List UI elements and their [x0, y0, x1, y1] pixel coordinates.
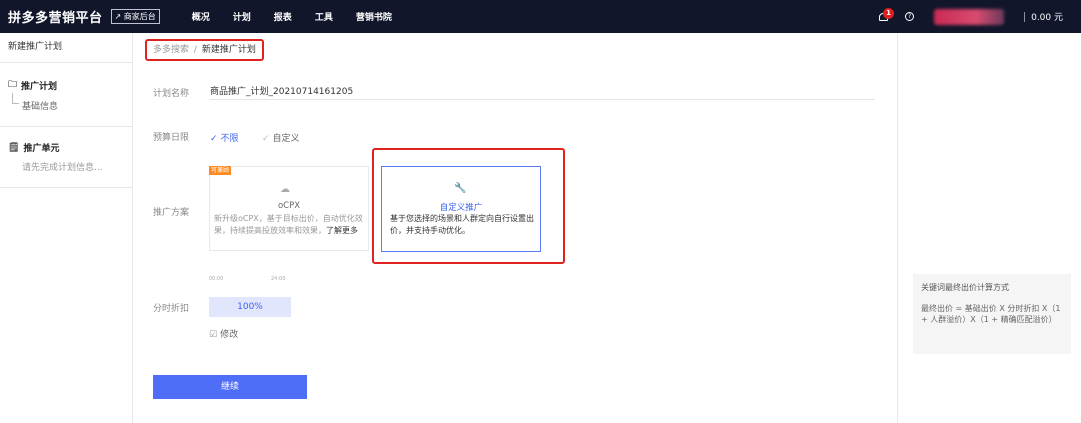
sidebar-group-unit: 🗒 推广单元 请先完成计划信息...: [0, 127, 132, 188]
scheme-label: 推广方案: [153, 208, 190, 218]
check-icon: ✓: [210, 134, 218, 144]
budget-option-unlimited[interactable]: ✓ 不限: [210, 131, 239, 144]
tool-icon: 🔧: [454, 183, 467, 194]
time-discount-value[interactable]: 100%: [209, 297, 291, 317]
nav-report[interactable]: 报表: [274, 10, 292, 23]
sidebar-group-plan: 🗀 推广计划 基础信息: [0, 63, 132, 127]
edit-icon: ☑: [209, 330, 218, 340]
divider: [1024, 11, 1026, 22]
budget-label: 预算日限: [153, 133, 190, 143]
nav-plan[interactable]: 计划: [233, 10, 251, 23]
document-icon: 🗒: [8, 142, 20, 153]
time-axis: 00:00 24:00: [209, 276, 289, 282]
formula-text: 最终出价 = 基础出价 X 分时折扣 X（1 + 人群溢价）X（1 + 精确匹配…: [921, 304, 1061, 324]
plan-name-label: 计划名称: [153, 89, 190, 99]
sidebar-title: 新建推广计划: [0, 33, 132, 63]
platform-logo[interactable]: 拼多多营销平台: [8, 7, 103, 26]
sidebar-item-plan[interactable]: 推广计划: [21, 79, 57, 92]
nav-tools[interactable]: 工具: [315, 10, 333, 23]
top-navigation-bar: 拼多多营销平台 ↗ 商家后台 概况 计划 报表 工具 营销书院 1 ? 0.00…: [0, 0, 1081, 33]
sidebar-item-unit[interactable]: 推广单元: [23, 141, 59, 154]
help-icon[interactable]: ?: [905, 12, 915, 21]
discount-label: 分时折扣: [153, 304, 190, 314]
formula-title: 关键词最终出价计算方式: [921, 283, 1009, 292]
notification-bell-icon[interactable]: 1: [877, 7, 895, 24]
main-content: 多多搜索 / 新建推广计划 计划名称 商品推广_计划_2021071416120…: [133, 33, 897, 423]
main-nav: 概况 计划 报表 工具 营销书院: [192, 10, 415, 23]
account-balance[interactable]: 0.00 元: [1031, 10, 1063, 23]
notification-badge: 1: [883, 7, 895, 19]
plan-name-input[interactable]: 商品推广_计划_20210714161205: [210, 84, 875, 100]
check-icon: ✓: [262, 134, 270, 144]
cloud-icon: ☁: [280, 184, 290, 195]
bid-formula-box: 关键词最终出价计算方式 最终出价 = 基础出价 X 分时折扣 X（1 + 人群溢…: [913, 274, 1071, 354]
left-sidebar: 新建推广计划 🗀 推广计划 基础信息 🗒 推广单元 请先完成计划信息...: [0, 33, 133, 423]
user-account-avatar[interactable]: [934, 8, 1005, 25]
breadcrumb-parent[interactable]: 多多搜索: [153, 45, 189, 55]
top-right-area: 1 ? 0.00 元: [877, 0, 1081, 33]
nav-academy[interactable]: 营销书院: [356, 10, 392, 23]
modify-button[interactable]: ☑ 修改: [209, 327, 238, 340]
merchant-backend-link[interactable]: ↗ 商家后台: [110, 9, 160, 24]
breadcrumb-current: 新建推广计划: [201, 45, 256, 55]
custom-scheme-card[interactable]: 🔧 自定义推广 基于您选择的场景和人群定向自行设置出价，并支持手动优化。: [381, 166, 541, 252]
time-end: 24:00: [271, 276, 286, 282]
scheme-tag: 可兼顾: [209, 166, 232, 175]
right-info-panel: 关键词最终出价计算方式 最终出价 = 基础出价 X 分时折扣 X（1 + 人群溢…: [897, 33, 1081, 423]
ocpx-title: oCPX: [277, 201, 301, 211]
sidebar-item-basic-info[interactable]: 基础信息: [12, 93, 132, 112]
custom-description: 基于您选择的场景和人群定向自行设置出价，并支持手动优化。: [390, 214, 534, 235]
folder-icon: 🗀: [8, 80, 18, 90]
nav-overview[interactable]: 概况: [192, 10, 210, 23]
continue-button[interactable]: 继续: [153, 375, 307, 399]
ocpx-scheme-card[interactable]: 可兼顾 ☁ oCPX 新升级oCPX，基于目标出价，自动优化效果，持续提高投放效…: [209, 166, 369, 251]
sidebar-unit-hint: 请先完成计划信息...: [22, 163, 103, 173]
custom-title: 自定义推广: [439, 203, 483, 213]
breadcrumb: 多多搜索 / 新建推广计划: [145, 39, 264, 61]
learn-more-link[interactable]: 了解更多: [326, 226, 358, 235]
budget-option-custom[interactable]: ✓ 自定义: [262, 131, 300, 144]
breadcrumb-separator: /: [193, 45, 197, 55]
ocpx-description: 新升级oCPX，基于目标出价，自动优化效果，持续提高投放效率和效果，了解更多: [214, 214, 363, 235]
time-start: 00:00: [209, 276, 224, 282]
